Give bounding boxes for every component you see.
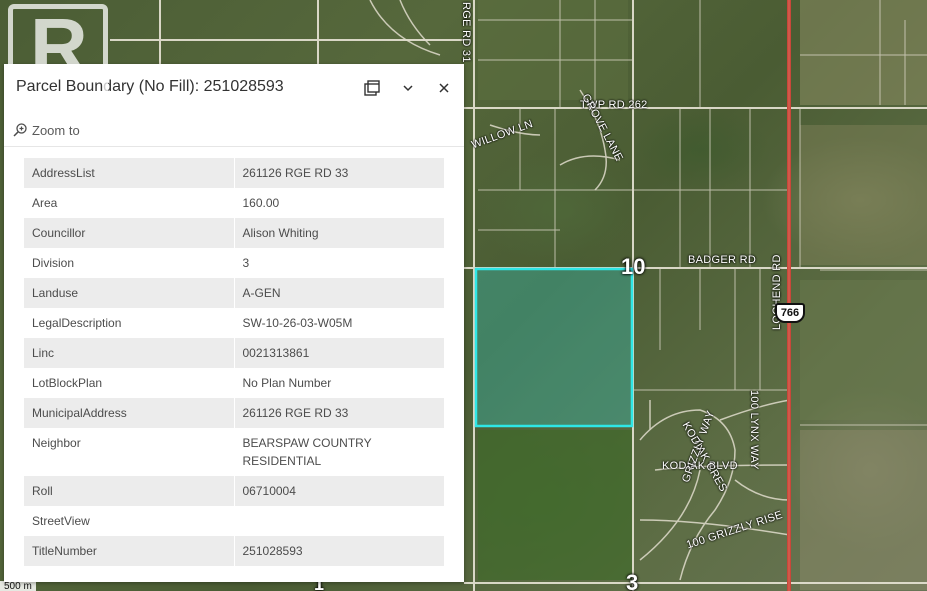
road-label-lynx-way: 100 LYNX WAY (748, 390, 760, 470)
attribute-table: AddressList 261126 RGE RD 33 Area 160.00 Cou… (24, 158, 444, 566)
attribute-value: 3 (234, 248, 444, 278)
attribute-key: MunicipalAddress (24, 398, 235, 428)
attribute-row: MunicipalAddress 261126 RGE RD 33 (24, 398, 444, 428)
attribute-value: 160.00 (234, 188, 444, 218)
attribute-row: Councillor Alison Whiting (24, 218, 444, 248)
attribute-value: A-GEN (234, 278, 444, 308)
attribute-key: AddressList (24, 158, 235, 188)
attribute-value: Alison Whiting (234, 218, 444, 248)
chevron-down-icon (403, 85, 413, 92)
attribute-key: Linc (24, 338, 235, 368)
close-icon (439, 83, 449, 93)
feature-info-popup: Parcel Boundary (No Fill): 251028593 Zoo… (4, 64, 464, 582)
attribute-key: Area (24, 188, 235, 218)
attribute-row: TitleNumber 251028593 (24, 536, 444, 566)
attribute-row: Landuse A-GEN (24, 278, 444, 308)
attribute-key: Landuse (24, 278, 235, 308)
attribute-row: Neighbor BEARSPAW COUNTRY RESIDENTIAL (24, 428, 444, 476)
section-label-10: 10 (621, 254, 646, 279)
close-button[interactable] (432, 76, 456, 100)
attribute-value: No Plan Number (234, 368, 444, 398)
attribute-row: Division 3 (24, 248, 444, 278)
attribute-key: LegalDescription (24, 308, 235, 338)
highway-766-shield: 766 (775, 303, 805, 323)
realtor-logo-letter: R (30, 2, 88, 91)
realtor-watermark-logo: R REALTOR® (0, 0, 112, 128)
attribute-value: BEARSPAW COUNTRY RESIDENTIAL (234, 428, 444, 476)
realtor-logo-wordmark: REALTOR® (6, 102, 111, 122)
dock-icon (364, 80, 380, 96)
attribute-row: Roll 06710004 (24, 476, 444, 506)
map-scale-bar: 500 m (0, 581, 36, 591)
attribute-row: LegalDescription SW-10-26-03-W05M (24, 308, 444, 338)
dock-button[interactable] (360, 76, 384, 100)
attribute-value (234, 506, 444, 536)
attribute-value: 251028593 (234, 536, 444, 566)
road-label-badger-rd: BADGER RD (688, 254, 757, 266)
attribute-key: Division (24, 248, 235, 278)
attribute-row: LotBlockPlan No Plan Number (24, 368, 444, 398)
attribute-value: SW-10-26-03-W05M (234, 308, 444, 338)
attribute-key: Councillor (24, 218, 235, 248)
attribute-row: Area 160.00 (24, 188, 444, 218)
collapse-button[interactable] (396, 76, 420, 100)
attribute-value: 06710004 (234, 476, 444, 506)
selected-parcel-boundary[interactable] (474, 267, 634, 428)
attribute-row: Linc 0021313861 (24, 338, 444, 368)
attribute-value: 261126 RGE RD 33 (234, 398, 444, 428)
section-label-3: 3 (626, 570, 639, 591)
attribute-key: Neighbor (24, 428, 235, 476)
attribute-value: 0021313861 (234, 338, 444, 368)
popup-divider (4, 146, 464, 147)
attribute-key: Roll (24, 476, 235, 506)
attribute-key: StreetView (24, 506, 235, 536)
attribute-value: 261126 RGE RD 33 (234, 158, 444, 188)
attribute-key: TitleNumber (24, 536, 235, 566)
road-label-rge-rd-31: RGE RD 31 (460, 2, 472, 63)
attribute-key: LotBlockPlan (24, 368, 235, 398)
attribute-row: AddressList 261126 RGE RD 33 (24, 158, 444, 188)
attribute-row: StreetView (24, 506, 444, 536)
